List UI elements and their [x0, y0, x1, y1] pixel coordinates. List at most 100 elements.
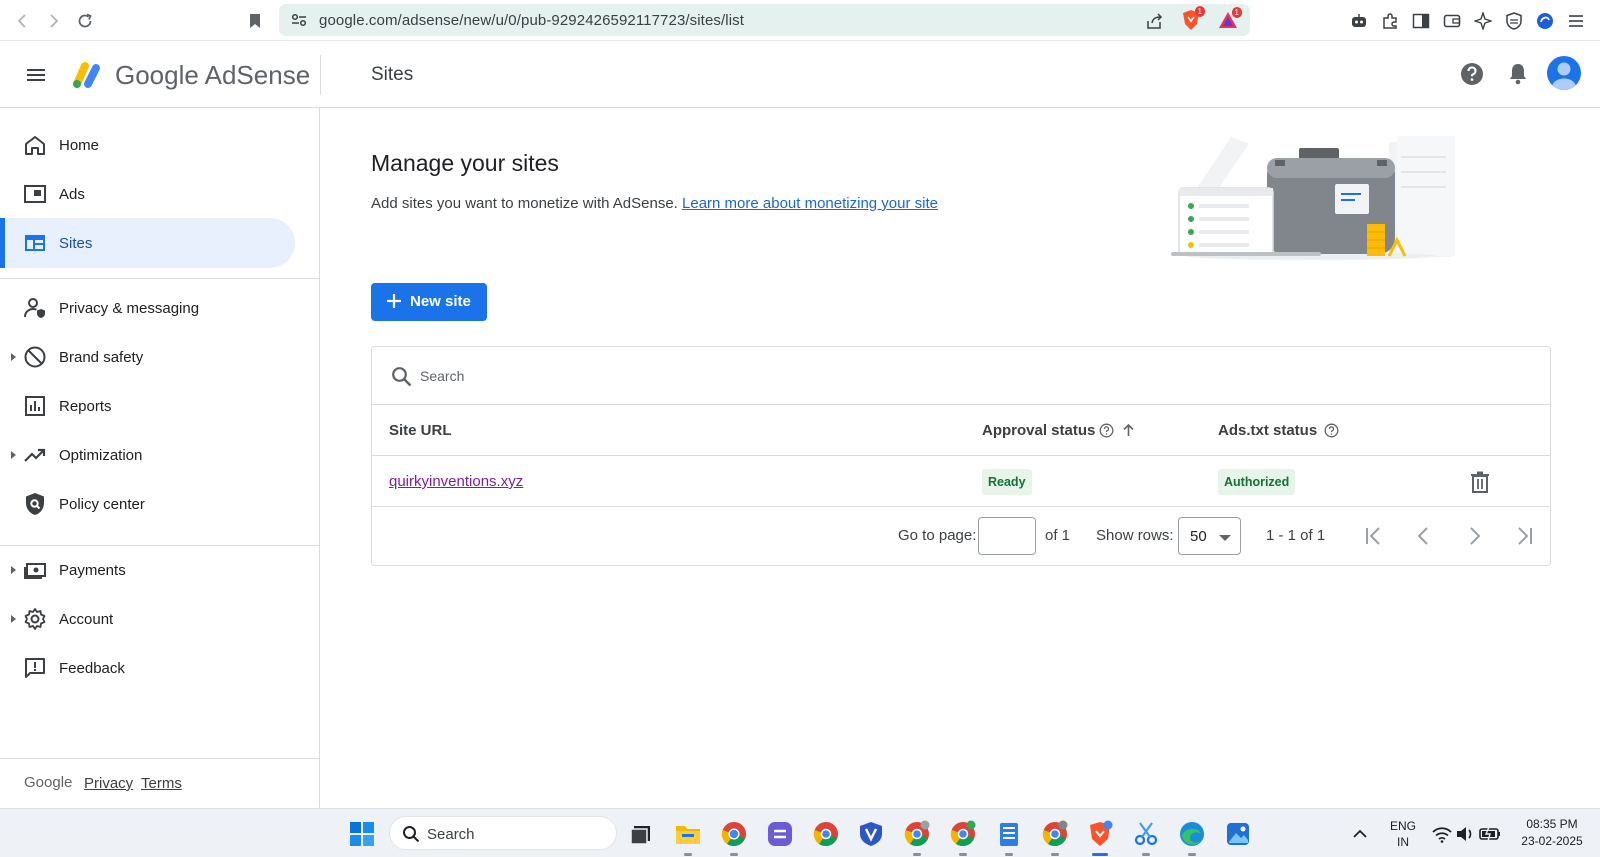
account-avatar[interactable]: [1547, 56, 1581, 90]
approval-status-badge: Ready: [982, 469, 1032, 495]
go-to-page-input[interactable]: [978, 517, 1036, 555]
gear-icon: [24, 608, 46, 630]
snipping-tool-icon[interactable]: [1132, 820, 1160, 848]
extensions-icon[interactable]: [1378, 9, 1402, 33]
footer-privacy-link[interactable]: Privacy: [84, 775, 133, 792]
chrome-profile-icon[interactable]: [1041, 820, 1069, 848]
sidebar-footer: Google Privacy Terms: [0, 758, 320, 808]
table-row: quirkyinventions.xyz Ready Authorized: [372, 456, 1550, 507]
site-settings-icon[interactable]: [291, 13, 307, 27]
section-title: Manage your sites: [371, 150, 559, 176]
chrome-icon[interactable]: [720, 820, 748, 848]
forward-icon[interactable]: [42, 10, 64, 32]
new-site-button[interactable]: New site: [371, 283, 487, 321]
active-indicator: [1092, 853, 1108, 856]
volume-icon[interactable]: [1451, 820, 1479, 848]
sidebar-item-reports[interactable]: Reports: [0, 381, 295, 431]
sort-ascending-icon[interactable]: [1121, 423, 1136, 438]
task-view-icon[interactable]: [627, 820, 655, 848]
sidebar-item-account[interactable]: Account: [0, 594, 295, 644]
leo-ai-icon[interactable]: [1347, 9, 1371, 33]
last-page-icon[interactable]: [1512, 524, 1536, 548]
app-s-icon[interactable]: [766, 820, 794, 848]
sidebar-item-policy-center[interactable]: Policy center: [0, 479, 295, 529]
file-explorer-icon[interactable]: [674, 820, 702, 848]
block-icon: [24, 346, 46, 368]
brave-browser-icon[interactable]: [1086, 820, 1114, 848]
header-divider: [320, 55, 321, 95]
sidebar-item-ads[interactable]: Ads: [0, 169, 295, 219]
profile-extension-icon[interactable]: [1533, 9, 1557, 33]
expand-caret-icon[interactable]: [11, 566, 16, 574]
rows-per-page-select[interactable]: 50: [1178, 517, 1241, 555]
column-header-ads-txt-status[interactable]: Ads.txt status: [1218, 422, 1317, 439]
battery-icon[interactable]: [1476, 820, 1504, 848]
vpn-shield-icon[interactable]: [1502, 9, 1526, 33]
notifications-icon[interactable]: [1505, 61, 1531, 87]
sidebar: Home Ads Sites Privacy & messaging Brand…: [0, 108, 320, 808]
home-icon: [25, 136, 45, 155]
edge-icon[interactable]: [1178, 820, 1206, 848]
wallet-icon[interactable]: [1440, 9, 1464, 33]
table-search-row: [372, 347, 1550, 405]
running-indicator: [1142, 853, 1150, 856]
sites-table: Site URL Approval status Ads.txt status …: [371, 346, 1551, 566]
clock-date[interactable]: 23-02-2025: [1512, 834, 1592, 848]
address-bar[interactable]: google.com/adsense/new/u/0/pub-929242659…: [279, 4, 1250, 36]
expand-caret-icon[interactable]: [11, 615, 16, 623]
help-circle-icon[interactable]: [1099, 423, 1114, 438]
show-hidden-icons-icon[interactable]: [1346, 820, 1374, 848]
previous-page-icon[interactable]: [1412, 524, 1436, 548]
footer-terms-link[interactable]: Terms: [141, 775, 182, 792]
delete-icon[interactable]: [1470, 471, 1490, 493]
browser-toolbar: google.com/adsense/new/u/0/pub-929242659…: [0, 0, 1600, 41]
running-indicator: [1188, 853, 1196, 856]
help-icon[interactable]: [1459, 61, 1485, 87]
learn-more-link[interactable]: Learn more about monetizing your site: [682, 195, 938, 212]
reload-icon[interactable]: [74, 10, 96, 32]
sidebar-item-payments[interactable]: Payments: [0, 545, 295, 595]
app-header: Google AdSense Sites: [0, 41, 1600, 108]
column-header-approval-status[interactable]: Approval status: [982, 422, 1095, 439]
sidebar-item-privacy-messaging[interactable]: Privacy & messaging: [0, 283, 295, 333]
policy-icon: [26, 493, 44, 515]
search-icon: [403, 826, 420, 843]
site-url-link[interactable]: quirkyinventions.xyz: [389, 473, 523, 490]
search-input[interactable]: [420, 361, 1120, 391]
sidebar-icon[interactable]: [1409, 9, 1433, 33]
chrome-profile-icon[interactable]: [949, 820, 977, 848]
vpn-app-icon[interactable]: [857, 820, 885, 848]
first-page-icon[interactable]: [1362, 524, 1386, 548]
back-icon[interactable]: [12, 10, 34, 32]
share-icon[interactable]: [1146, 12, 1164, 30]
adsense-logo-icon: [68, 56, 104, 92]
running-indicator: [1051, 853, 1059, 856]
sidebar-item-home[interactable]: Home: [0, 120, 295, 170]
expand-caret-icon[interactable]: [11, 451, 16, 459]
region-indicator[interactable]: IN: [1384, 835, 1422, 849]
chrome-profile-icon[interactable]: [812, 820, 840, 848]
sidebar-item-optimization[interactable]: Optimization: [0, 430, 295, 480]
chrome-profile-icon[interactable]: [903, 820, 931, 848]
sidebar-item-feedback[interactable]: Feedback: [0, 643, 295, 693]
bookmark-icon[interactable]: [244, 10, 266, 32]
column-header-site-url[interactable]: Site URL: [389, 422, 452, 439]
windows-start-icon[interactable]: [348, 820, 376, 848]
browser-menu-icon[interactable]: [1564, 9, 1588, 33]
clock-time[interactable]: 08:35 PM: [1512, 817, 1592, 831]
taskbar-search[interactable]: Search: [389, 816, 617, 850]
brave-shield-icon[interactable]: 1: [1181, 6, 1205, 31]
help-circle-icon[interactable]: [1324, 423, 1339, 438]
sparkle-icon[interactable]: [1471, 9, 1495, 33]
payments-icon: [24, 563, 46, 579]
next-page-icon[interactable]: [1462, 524, 1486, 548]
main-menu-icon[interactable]: [24, 63, 48, 87]
notepad-icon[interactable]: [995, 820, 1023, 848]
expand-caret-icon[interactable]: [11, 353, 16, 361]
photos-icon[interactable]: [1224, 820, 1252, 848]
language-indicator[interactable]: ENG: [1384, 819, 1422, 833]
url-text: google.com/adsense/new/u/0/pub-929242659…: [319, 12, 744, 29]
sidebar-item-brand-safety[interactable]: Brand safety: [0, 332, 295, 382]
brave-rewards-icon[interactable]: 1: [1218, 7, 1242, 30]
sidebar-item-sites[interactable]: Sites: [0, 218, 295, 268]
